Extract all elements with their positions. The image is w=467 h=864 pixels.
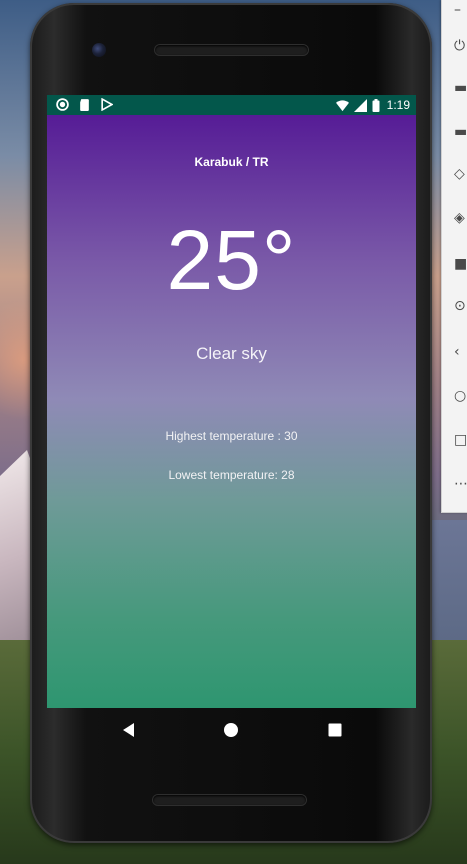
location-label: Karabuk / TR [194,155,269,169]
signal-icon [353,98,367,112]
minimize-icon[interactable]: – [454,2,467,18]
sd-card-icon [80,99,89,111]
circle-notification-icon [56,98,69,111]
earpiece-speaker [155,45,308,55]
navigation-bar [47,708,416,752]
emulator-toolbar: – ⏻ ▬ ▬ ◇ ◈ ■ ⊙ ‹ ○ □ ⋯ [441,0,467,513]
play-store-icon [101,98,113,111]
zoom-icon[interactable]: ⊙ [454,298,467,314]
highest-temperature: Highest temperature : 30 [165,429,298,443]
more-icon[interactable]: ⋯ [454,476,467,492]
nav-home-button[interactable] [206,708,256,752]
lowest-temperature: Lowest temperature: 28 [168,468,295,482]
battery-icon [372,98,380,112]
recents-icon [328,723,342,737]
camera-icon[interactable]: ■ [454,256,467,272]
clock: 1:19 [386,98,410,112]
volume-down-icon[interactable]: ▬ [454,124,467,140]
overview-icon[interactable]: □ [454,432,467,448]
volume-up-icon[interactable]: ▬ [454,80,467,96]
weather-app: Karabuk / TR 25° Clear sky Highest tempe… [47,115,416,708]
rotate-right-icon[interactable]: ◈ [454,210,467,226]
status-bar: 1:19 [47,95,416,115]
rotate-left-icon[interactable]: ◇ [454,166,467,182]
bottom-speaker [153,795,306,805]
front-camera [92,43,106,57]
back-icon [123,723,134,737]
weather-condition: Clear sky [196,344,267,363]
wifi-icon [335,99,349,111]
temperature-value: 25° [166,213,297,307]
nav-recents-button[interactable] [310,708,360,752]
back-icon[interactable]: ‹ [454,344,467,360]
home-icon [224,723,238,737]
nav-back-button[interactable] [103,708,153,752]
power-icon[interactable]: ⏻ [454,38,467,54]
phone-screen: 1:19 Karabuk / TR 25° Clear sky Highest … [47,95,416,708]
home-icon[interactable]: ○ [454,388,467,404]
